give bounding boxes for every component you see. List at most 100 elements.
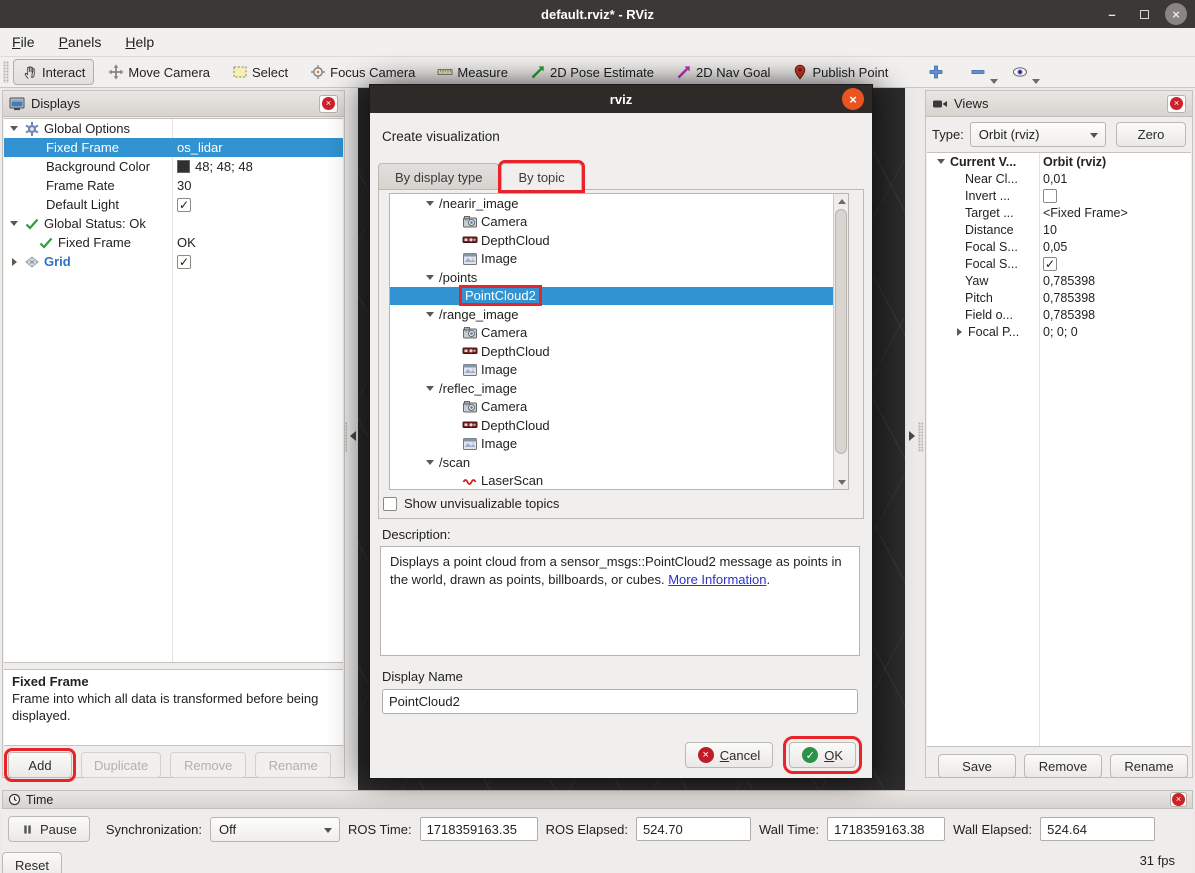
tool-measure[interactable]: Measure: [429, 60, 516, 84]
tool-move-camera[interactable]: Move Camera: [100, 60, 218, 84]
time-field-value[interactable]: 524.70: [636, 817, 751, 841]
scroll-down-icon[interactable]: [835, 475, 848, 489]
close-button[interactable]: ×: [1165, 3, 1187, 25]
remove-view-button[interactable]: Remove: [1024, 754, 1102, 778]
view-property-row-pitch[interactable]: Pitch0,785398: [927, 289, 1191, 306]
show-unvisualizable-checkbox[interactable]: [383, 497, 397, 511]
right-splitter[interactable]: [918, 422, 923, 452]
expander-icon[interactable]: [424, 308, 436, 320]
cancel-button[interactable]: ×Cancel: [685, 742, 773, 768]
view-type-select[interactable]: Orbit (rviz): [970, 122, 1106, 147]
property-row-global-options[interactable]: Global Options: [4, 119, 343, 138]
remove-button[interactable]: Remove: [170, 752, 246, 778]
zero-button[interactable]: Zero: [1116, 122, 1186, 147]
display-row-depthcloud[interactable]: DepthCloud: [390, 416, 848, 435]
tool-2d-nav-goal[interactable]: 2D Nav Goal: [668, 60, 778, 84]
property-checkbox[interactable]: ✓: [1043, 257, 1057, 271]
save-view-button[interactable]: Save: [938, 754, 1016, 778]
minimize-button[interactable]: –: [1101, 3, 1123, 25]
display-row-laserscan[interactable]: LaserScan: [390, 472, 848, 491]
topic-row--points[interactable]: /points: [390, 268, 848, 287]
display-name-input[interactable]: PointCloud2: [382, 689, 858, 714]
plus-button[interactable]: [928, 64, 944, 80]
rename-button[interactable]: Rename: [255, 752, 331, 778]
scroll-up-icon[interactable]: [835, 194, 848, 208]
property-row-grid[interactable]: Grid✓: [4, 252, 343, 271]
view-property-row-distance[interactable]: Distance10: [927, 221, 1191, 238]
rename-view-button[interactable]: Rename: [1110, 754, 1188, 778]
duplicate-button[interactable]: Duplicate: [81, 752, 161, 778]
display-row-image[interactable]: Image: [390, 361, 848, 380]
tab-by-display-type[interactable]: By display type: [378, 163, 499, 190]
time-field-value[interactable]: 524.64: [1040, 817, 1155, 841]
property-row-global-status-ok[interactable]: Global Status: Ok: [4, 214, 343, 233]
pause-button[interactable]: Pause: [8, 816, 90, 842]
expander-icon[interactable]: [8, 256, 20, 268]
menu-file[interactable]: File: [12, 34, 35, 50]
view-property-row-field-o-[interactable]: Field o...0,785398: [927, 306, 1191, 323]
dialog-close-button[interactable]: ×: [842, 88, 864, 110]
view-property-row-focal-s-[interactable]: Focal S...✓: [927, 255, 1191, 272]
display-row-camera[interactable]: Camera: [390, 398, 848, 417]
view-property-row-near-cl-[interactable]: Near Cl...0,01: [927, 170, 1191, 187]
property-row-background-color[interactable]: Background Color48; 48; 48: [4, 157, 343, 176]
view-property-row-target-[interactable]: Target ...<Fixed Frame>: [927, 204, 1191, 221]
maximize-button[interactable]: [1133, 3, 1155, 25]
menu-panels[interactable]: Panels: [59, 34, 102, 50]
tool-select[interactable]: Select: [224, 60, 296, 84]
property-checkbox[interactable]: ✓: [177, 255, 191, 269]
collapse-right-arrow-icon[interactable]: [909, 431, 915, 441]
view-property-row-yaw[interactable]: Yaw0,785398: [927, 272, 1191, 289]
tab-by-topic[interactable]: By topic: [501, 163, 581, 190]
collapse-left-arrow-icon[interactable]: [350, 431, 356, 441]
tool-interact[interactable]: Interact: [13, 59, 94, 85]
minus-button[interactable]: [970, 64, 986, 80]
topic-row--range-image[interactable]: /range_image: [390, 305, 848, 324]
expander-icon[interactable]: [8, 123, 20, 135]
property-row-fixed-frame[interactable]: Fixed Frameos_lidar: [4, 138, 343, 157]
scrollbar[interactable]: [833, 194, 848, 489]
display-row-pointcloud2[interactable]: PointCloud2: [390, 287, 848, 306]
display-row-depthcloud[interactable]: DepthCloud: [390, 342, 848, 361]
topic-row--nearir-image[interactable]: /nearir_image: [390, 194, 848, 213]
display-row-camera[interactable]: Camera: [390, 213, 848, 232]
views-close-button[interactable]: ×: [1167, 95, 1186, 113]
expander-icon[interactable]: [935, 156, 947, 168]
property-row-default-light[interactable]: Default Light✓: [4, 195, 343, 214]
view-property-row-invert-[interactable]: Invert ...: [927, 187, 1191, 204]
eye-button[interactable]: [1012, 64, 1028, 80]
display-row-camera[interactable]: Camera: [390, 324, 848, 343]
property-row-frame-rate[interactable]: Frame Rate30: [4, 176, 343, 195]
view-property-row-focal-s-[interactable]: Focal S...0,05: [927, 238, 1191, 255]
tool-2d-pose-estimate[interactable]: 2D Pose Estimate: [522, 60, 662, 84]
topic-row--scan[interactable]: /scan: [390, 453, 848, 472]
show-unvisualizable-row[interactable]: Show unvisualizable topics: [383, 496, 559, 511]
topic-row--reflec-image[interactable]: /reflec_image: [390, 379, 848, 398]
displays-close-button[interactable]: ×: [319, 95, 338, 113]
property-row-fixed-frame[interactable]: Fixed FrameOK: [4, 233, 343, 252]
more-information-link[interactable]: More Information: [668, 572, 766, 587]
time-field-value[interactable]: 1718359163.35: [420, 817, 538, 841]
tool-publish-point[interactable]: Publish Point: [784, 60, 896, 84]
ok-button[interactable]: ✓OK: [789, 742, 856, 768]
expander-icon[interactable]: [424, 456, 436, 468]
add-button[interactable]: Add: [8, 752, 72, 778]
view-property-row-current-v-[interactable]: Current V...Orbit (rviz): [927, 153, 1191, 170]
time-close-button[interactable]: ×: [1170, 792, 1187, 807]
tool-focus-camera[interactable]: Focus Camera: [302, 60, 423, 84]
scroll-thumb[interactable]: [835, 209, 847, 454]
color-swatch[interactable]: [177, 160, 190, 173]
display-row-image[interactable]: Image: [390, 250, 848, 269]
view-property-row-focal-p-[interactable]: Focal P...0; 0; 0: [927, 323, 1191, 340]
expander-icon[interactable]: [424, 271, 436, 283]
menu-help[interactable]: Help: [125, 34, 154, 50]
time-field-value[interactable]: 1718359163.38: [827, 817, 945, 841]
expander-icon[interactable]: [424, 382, 436, 394]
property-checkbox[interactable]: [1043, 189, 1057, 203]
display-row-depthcloud[interactable]: DepthCloud: [390, 231, 848, 250]
display-row-image[interactable]: Image: [390, 435, 848, 454]
expander-icon[interactable]: [953, 326, 965, 338]
expander-icon[interactable]: [424, 197, 436, 209]
chevron-down-icon[interactable]: [990, 79, 998, 84]
chevron-down-icon[interactable]: [1032, 79, 1040, 84]
